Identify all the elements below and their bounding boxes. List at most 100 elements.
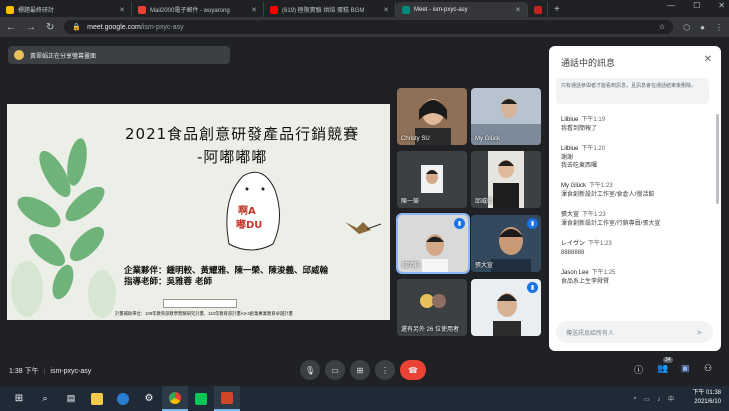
message-text: 我看到簡報了 bbox=[561, 126, 598, 132]
clock-date: 2021/6/10 bbox=[694, 399, 721, 405]
participant-tile-active-speaker[interactable]: ▮ 鍾明較 bbox=[396, 213, 470, 274]
close-window-icon[interactable]: ✕ bbox=[718, 1, 725, 10]
chat-scrollbar[interactable] bbox=[716, 114, 719, 204]
slide-advisor: 指導老師：吳雅蓉 老師 bbox=[124, 277, 212, 287]
tab-close-icon[interactable]: ✕ bbox=[383, 6, 389, 14]
tab-title: Mail2000電子郵件 - wuyarong bbox=[150, 8, 230, 14]
taskbar-app-powerpoint[interactable] bbox=[214, 386, 240, 411]
present-screen-icon: ⊞ bbox=[356, 365, 364, 375]
tab-favicon-icon bbox=[6, 5, 14, 14]
message-sender: My Glück bbox=[561, 183, 587, 189]
send-icon[interactable]: ➤ bbox=[696, 328, 703, 337]
message-time: 下午1:23 bbox=[589, 183, 613, 189]
maximize-icon[interactable]: ☐ bbox=[693, 1, 700, 10]
meeting-details-icon[interactable]: ⓘ bbox=[634, 363, 643, 376]
browser-toolbar: ← → ↻ 🔒 meet.google.com/ism-pxyc-asy ☆ ⬡… bbox=[0, 17, 729, 37]
participant-tile[interactable]: My Glück bbox=[471, 88, 541, 145]
participant-tile[interactable]: ▮ bbox=[471, 279, 541, 336]
camera-icon: ▭ bbox=[331, 365, 339, 375]
meet-stage: 黃翠娟正在分享螢幕畫面 2021食品創意研發產品行銷競賽 -阿嘟嘟嘟 啊A 嘟D… bbox=[0, 37, 729, 355]
tab-title: 標題最終研討 bbox=[18, 8, 55, 14]
menu-icon[interactable]: ⋮ bbox=[715, 23, 723, 32]
tab-close-icon[interactable]: ✕ bbox=[251, 6, 257, 14]
tab-title: Meet - ism-pxyc-asy bbox=[414, 6, 468, 13]
forward-icon[interactable]: → bbox=[26, 22, 36, 33]
more-participants-label: 還有另外 26 位使用者 bbox=[401, 327, 460, 333]
present-button[interactable]: ⊞ bbox=[350, 360, 370, 380]
participant-tile[interactable]: Christy SU bbox=[397, 88, 467, 145]
presenter-avatar bbox=[14, 50, 24, 60]
camera-button[interactable]: ▭ bbox=[325, 360, 345, 380]
chat-message: レイヴン 下午1:23 8888888 bbox=[561, 238, 711, 257]
message-sender: Jason Lee bbox=[561, 270, 589, 276]
meeting-code: ism-pxyc-asy bbox=[50, 368, 92, 375]
chat-message: My Glück 下午1:23 渾食創新設計工作室/食倉人/慢活館 bbox=[561, 180, 711, 199]
message-text: 食品系上生李舜賢 bbox=[561, 279, 610, 285]
browser-tab-1[interactable]: 標題最終研討 ✕ bbox=[0, 2, 132, 17]
profile-icon[interactable]: ● bbox=[700, 23, 705, 32]
mascot-text-line1: 啊A bbox=[238, 206, 256, 217]
slide-subtitle: -阿嘟嘟嘟 bbox=[197, 148, 268, 166]
taskbar-clock[interactable]: 下午 01:38 2021/6/10 bbox=[692, 389, 721, 407]
people-icon[interactable]: 👥 bbox=[657, 363, 668, 374]
address-host: meet.google.com bbox=[87, 23, 141, 31]
chat-input[interactable]: 傳送訊息給所有人 ➤ bbox=[556, 321, 713, 343]
chat-message: Lilblue 下午1:19 我看到簡報了 bbox=[561, 114, 711, 133]
back-icon[interactable]: ← bbox=[6, 22, 16, 33]
address-bar[interactable]: 🔒 meet.google.com/ism-pxyc-asy ☆ bbox=[64, 20, 674, 34]
task-view-icon: ▤ bbox=[66, 393, 76, 403]
tab-close-icon[interactable]: ✕ bbox=[515, 6, 521, 14]
microphone-button[interactable]: 🎙 bbox=[300, 360, 320, 380]
minimize-icon[interactable]: — bbox=[667, 1, 675, 10]
window-controls: — ☐ ✕ bbox=[667, 1, 725, 10]
chrome-icon bbox=[169, 391, 181, 404]
browser-tab-4[interactable]: Meet - ism-pxyc-asy ✕ bbox=[396, 2, 528, 17]
speaking-indicator-icon: ▮ bbox=[527, 282, 538, 293]
presenting-text: 黃翠娟正在分享螢幕畫面 bbox=[30, 53, 97, 60]
system-tray-icons[interactable]: ^ ▭ ♪ 中 bbox=[634, 394, 678, 403]
extension-icon[interactable]: ⬡ bbox=[683, 23, 690, 32]
browser-tab-5[interactable] bbox=[528, 2, 548, 17]
participant-tile[interactable]: 邱威翰 bbox=[471, 151, 541, 208]
bookmark-star-icon[interactable]: ☆ bbox=[659, 23, 665, 31]
participant-tile[interactable]: 陳一榮 bbox=[397, 151, 467, 208]
search-button[interactable]: ⌕ bbox=[32, 386, 58, 411]
taskbar-app-chrome[interactable] bbox=[162, 386, 188, 411]
tab-close-icon[interactable]: ✕ bbox=[119, 6, 125, 14]
participant-name: 鍾明較 bbox=[402, 263, 421, 269]
task-view-button[interactable]: ▤ bbox=[58, 386, 84, 411]
taskbar-app-settings[interactable]: ⚙ bbox=[136, 386, 162, 411]
more-options-button[interactable]: ⋮ bbox=[375, 360, 395, 380]
taskbar-app-explorer[interactable] bbox=[84, 386, 110, 411]
meeting-info: 1:38 下午 | ism-pxyc-asy bbox=[9, 368, 92, 375]
participant-name: Christy SU bbox=[401, 136, 430, 142]
microphone-icon: 🎙 bbox=[304, 365, 316, 375]
close-icon[interactable]: ✕ bbox=[704, 54, 712, 65]
browser-tab-3[interactable]: (619) 極限實驗 烘焙 蛋糕 BGM ✕ bbox=[264, 2, 396, 17]
taskbar-app-line[interactable] bbox=[188, 386, 214, 411]
speaking-indicator-icon: ▮ bbox=[454, 218, 465, 229]
taskbar-app-edge[interactable] bbox=[110, 386, 136, 411]
meet-control-bar: 1:38 下午 | ism-pxyc-asy 🎙 ▭ ⊞ ⋮ ☎ ⓘ 👥 34 ▣ … bbox=[0, 355, 729, 386]
participant-name: 陳一榮 bbox=[401, 199, 420, 205]
chat-icon[interactable]: ▣ bbox=[681, 363, 690, 374]
message-sender: レイヴン bbox=[561, 241, 586, 247]
edge-icon bbox=[117, 392, 129, 405]
activities-icon[interactable]: ⚇ bbox=[704, 363, 712, 374]
new-tab-button[interactable]: + bbox=[554, 4, 560, 15]
meeting-time: 1:38 下午 bbox=[9, 368, 39, 375]
reload-icon[interactable]: ↻ bbox=[46, 22, 54, 33]
chat-message-list: Lilblue 下午1:19 我看到簡報了 Lilblue 下午1:20 謝謝 我去吃東… bbox=[561, 114, 711, 296]
leave-call-button[interactable]: ☎ bbox=[400, 360, 426, 380]
browser-tab-2[interactable]: Mail2000電子郵件 - wuyarong ✕ bbox=[132, 2, 264, 17]
start-button[interactable]: ⊞ bbox=[6, 386, 32, 411]
message-text: 渾食創新設計工作室/食倉人/慢活館 bbox=[561, 192, 655, 198]
message-sender: 張大宣 bbox=[561, 212, 580, 218]
more-participants-tile[interactable]: 還有另外 26 位使用者 bbox=[397, 279, 467, 336]
message-time: 下午1:23 bbox=[588, 241, 612, 247]
chat-panel: 通話中的訊息 ✕ 只有通話參與者才能看到訊息，且訊息會在通話結束後刪除。 Lil… bbox=[549, 46, 721, 351]
chat-message: Lilblue 下午1:20 謝謝 我去吃東西囉 bbox=[561, 143, 711, 170]
address-path: /ism-pxyc-asy bbox=[140, 23, 184, 31]
participant-tile[interactable]: ▮ 張大宣 bbox=[471, 215, 541, 272]
chat-notice: 只有通話參與者才能看到訊息，且訊息會在通話結束後刪除。 bbox=[556, 78, 709, 104]
